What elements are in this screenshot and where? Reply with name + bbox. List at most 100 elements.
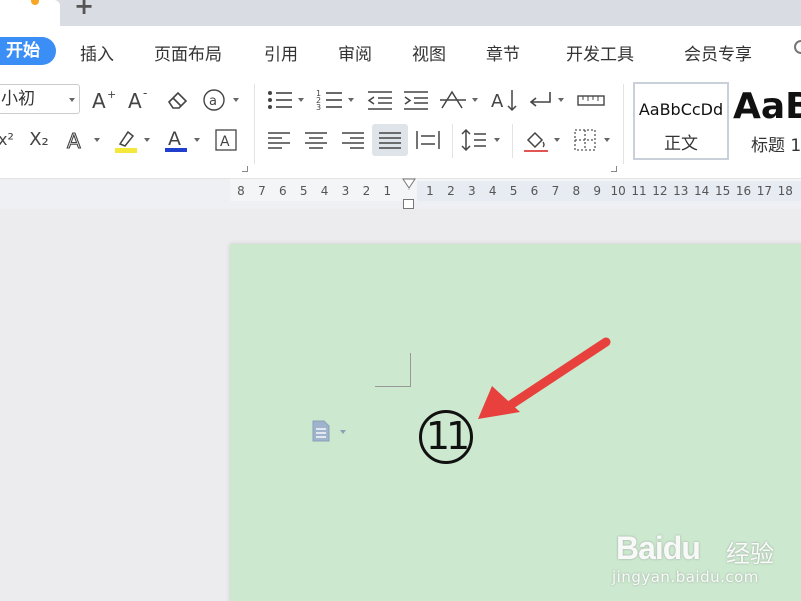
ruler-tick: 8 [237,184,245,198]
chevron-down-icon[interactable] [472,98,478,102]
tab-developer[interactable]: 开发工具 [566,40,634,65]
style-heading-1[interactable]: AaB 标题 1 [729,82,801,160]
chevron-down-icon[interactable] [554,138,560,142]
ruler-tick: 3 [341,184,350,198]
text-direction-icon[interactable] [438,88,468,112]
svg-text:A: A [128,89,142,112]
chevron-down-icon[interactable] [194,138,200,142]
line-break-icon[interactable] [526,88,554,112]
line-spacing-icon[interactable] [460,128,488,152]
shading-icon[interactable] [522,128,550,154]
ruler-tick: 1 [426,184,434,198]
justify-icon[interactable] [372,124,408,156]
ruler-tick: 2 [447,184,455,198]
ruler-toggle-icon[interactable] [576,88,606,112]
chevron-down-icon[interactable] [494,138,500,142]
tab-insert[interactable]: 插入 [80,40,114,65]
ruler-tick: 6 [530,184,539,198]
tab-chapter[interactable]: 章节 [486,40,520,65]
unsaved-indicator [31,0,39,5]
tab-page-layout[interactable]: 页面布局 [154,40,222,65]
left-indent-marker-icon[interactable] [403,199,414,209]
tab-member[interactable]: 会员专享 [684,40,752,65]
font-size-select[interactable]: 小初 [0,84,80,114]
decrease-font-icon[interactable]: A- [128,88,154,112]
annotation-arrow-icon [478,337,611,419]
svg-text:A: A [491,91,504,112]
horizontal-ruler[interactable]: 8 7 6 5 4 3 2 1 1 2 3 4 5 6 7 8 9 10 11 12 13 14 15 16 17 18 [0,178,801,209]
ruler-tick: 6 [278,184,287,198]
chevron-down-icon[interactable] [348,98,354,102]
first-line-indent-marker-icon[interactable] [402,178,416,190]
baidu-watermark: Baidu 经验 jingyan.baidu.com [612,516,792,586]
ruler-tick: 11 [631,184,647,198]
style-normal[interactable]: AaBbCcDd 正文 [633,82,729,160]
superscript-icon[interactable]: x² [0,128,16,152]
align-right-icon[interactable] [340,128,366,152]
svg-text:-: - [143,88,147,100]
subscript-icon[interactable]: X₂ [25,128,53,152]
ruler-tick: 7 [258,184,266,198]
increase-indent-icon[interactable] [402,88,430,112]
svg-text:a: a [209,94,217,109]
ruler-tick: 14 [694,184,710,198]
ruler-tick: 4 [320,184,329,198]
ruler-tick: 4 [488,184,497,198]
paragraph-dialog-launcher-icon[interactable] [611,166,617,172]
svg-text:+: + [107,88,116,101]
borders-icon[interactable] [572,128,598,152]
ruler-tick: 3 [467,184,476,198]
phonetic-guide-icon[interactable]: a [201,88,227,112]
ruler-tick: 16 [735,184,752,198]
search-icon[interactable] [794,40,801,54]
sort-icon[interactable]: A [490,88,518,112]
document-tab[interactable] [0,0,60,26]
distributed-align-icon[interactable] [414,128,442,152]
chevron-down-icon[interactable] [233,98,239,102]
group-separator [254,84,255,164]
ruler-tick: 5 [509,184,518,198]
ruler-tick: 2 [362,184,371,198]
style-normal-label: 正文 [664,134,698,154]
character-border-icon[interactable]: A [214,128,238,152]
font-dialog-launcher-icon[interactable] [242,166,248,172]
ruler-tick: 15 [714,184,731,198]
style-heading-sample: AaB [733,86,801,127]
ruler-tick: 1 [383,184,392,198]
align-left-icon[interactable] [266,128,292,152]
ruler-tick: 18 [777,184,793,198]
tab-strip: + [0,0,801,26]
chevron-down-icon[interactable] [558,98,564,102]
ruler-tick: 7 [551,184,560,198]
text-effect-icon[interactable]: A [63,128,89,152]
numbered-list-icon[interactable]: 123 [316,88,344,112]
bullet-list-icon[interactable] [266,88,294,112]
watermark-url: jingyan.baidu.com [612,568,759,586]
chevron-down-icon[interactable] [604,138,610,142]
ruler-tick: 8 [572,184,581,198]
chevron-down-icon[interactable] [94,138,100,142]
watermark-product: 经验 [726,540,774,568]
clear-format-icon[interactable] [165,88,191,112]
chevron-down-icon[interactable] [298,98,304,102]
tab-review[interactable]: 审阅 [338,40,372,65]
tab-view[interactable]: 视图 [412,40,446,65]
decrease-indent-icon[interactable] [366,88,394,112]
tab-home[interactable]: 开始 [0,37,56,65]
chevron-down-icon [69,98,75,102]
svg-text:A: A [92,89,106,112]
group-separator [623,84,624,164]
font-color-icon[interactable]: A [162,126,190,154]
tab-references[interactable]: 引用 [264,40,298,65]
highlight-icon[interactable] [112,126,140,154]
increase-font-icon[interactable]: A + [92,88,118,112]
svg-text:3: 3 [316,103,321,112]
new-tab-button[interactable]: + [74,0,94,18]
styles-gallery: AaBbCcDd 正文 AaB 标题 1 [629,82,801,162]
align-center-icon[interactable] [303,128,329,152]
ruler-tick: 17 [756,184,773,198]
chevron-down-icon[interactable] [144,138,150,142]
style-normal-sample: AaBbCcDd [638,100,724,119]
ruler-tick: 9 [593,184,601,198]
ribbon-toolbar: 小初 A + A- a x² X₂ A A A 123 A AaBbCcDd 正… [0,76,801,179]
